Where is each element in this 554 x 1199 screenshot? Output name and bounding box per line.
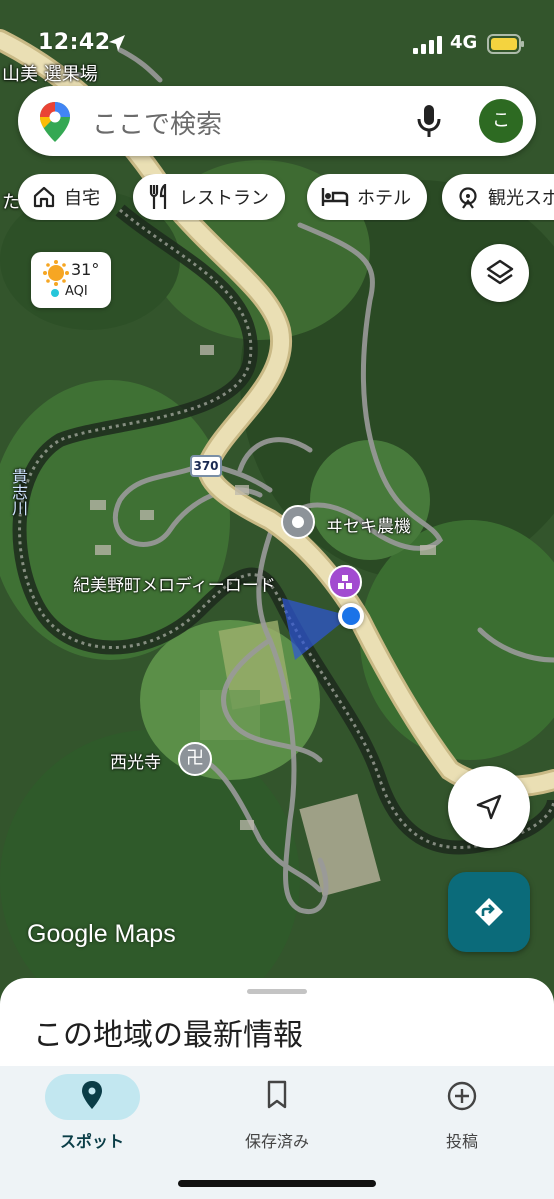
navigation-arrow-icon: [476, 794, 502, 820]
chip-hotel-label: ホテル: [357, 188, 411, 209]
account-avatar[interactable]: こ: [479, 99, 523, 143]
microphone-icon[interactable]: [416, 104, 442, 138]
route-370-shield[interactable]: 370: [190, 455, 222, 477]
google-maps-logo: Google Maps: [27, 920, 176, 948]
layers-icon: [486, 259, 514, 285]
status-bar: 12:42 4G: [0, 28, 554, 62]
chip-attractions-label: 観光スポ: [488, 188, 554, 209]
directions-button[interactable]: [448, 872, 530, 952]
restaurant-icon: [147, 184, 171, 210]
melody-road-poi-marker[interactable]: [328, 565, 362, 599]
cellular-signal-icon: [413, 36, 442, 54]
location-services-icon: [109, 35, 125, 51]
chip-hotel[interactable]: ホテル: [307, 174, 427, 220]
chip-restaurant[interactable]: レストラン: [133, 174, 285, 220]
chip-home-label: 自宅: [64, 188, 100, 209]
label-iseki[interactable]: ヰセキ農機: [326, 512, 411, 537]
label-yamami-senkajo[interactable]: 山美 選果場: [2, 60, 98, 86]
attraction-icon: [456, 185, 480, 209]
landmark-icon: [338, 575, 352, 589]
status-time: 12:42: [38, 30, 111, 55]
bookmark-icon: [185, 1080, 369, 1110]
nav-saved-label: 保存済み: [244, 1132, 309, 1151]
current-location-dot[interactable]: [338, 603, 364, 629]
aqi-label: AQI: [65, 284, 88, 299]
nav-explore[interactable]: スポット: [0, 1066, 184, 1166]
weather-widget[interactable]: 31° AQI: [31, 252, 111, 308]
temple-poi-marker[interactable]: 卍: [178, 742, 212, 776]
nav-explore-label: スポット: [59, 1132, 124, 1151]
label-melody-road[interactable]: 紀美野町メロディーロード: [73, 571, 276, 596]
chip-attractions[interactable]: 観光スポ: [442, 174, 554, 220]
nav-contribute[interactable]: 投稿: [370, 1066, 554, 1166]
home-icon: [32, 185, 56, 209]
layers-button[interactable]: [471, 244, 529, 302]
nav-contribute-label: 投稿: [445, 1132, 478, 1151]
nav-saved[interactable]: 保存済み: [185, 1066, 369, 1166]
label-saikoji-temple[interactable]: 西光寺: [110, 748, 161, 773]
search-placeholder[interactable]: ここで検索: [92, 104, 222, 141]
my-location-button[interactable]: [448, 766, 530, 848]
chip-home[interactable]: 自宅: [18, 174, 116, 220]
directions-icon: [475, 898, 503, 926]
sheet-title: この地域の最新情報: [33, 1018, 303, 1053]
label-kishi-river: 貴志川: [9, 468, 28, 516]
category-chips: 自宅 レストラン ホテル 観光スポ: [0, 174, 554, 222]
temple-icon: 卍: [186, 748, 204, 769]
home-indicator[interactable]: [178, 1180, 376, 1187]
aqi-indicator-dot: [51, 289, 59, 297]
chip-restaurant-label: レストラン: [179, 188, 269, 209]
poi-pin-icon: [292, 516, 304, 528]
explore-pin-icon: [0, 1080, 184, 1110]
add-circle-icon: [370, 1080, 554, 1112]
google-maps-pin-icon: [40, 102, 70, 142]
sunny-icon: [43, 260, 69, 286]
weather-temperature: 31°: [71, 260, 100, 279]
sheet-drag-handle[interactable]: [247, 989, 307, 994]
hotel-icon: [321, 186, 349, 208]
network-type: 4G: [450, 32, 478, 53]
location-dot-inner: [342, 607, 360, 625]
iseki-poi-marker[interactable]: [281, 505, 315, 539]
search-bar[interactable]: ここで検索 こ: [18, 86, 536, 156]
battery-icon: [487, 34, 524, 54]
